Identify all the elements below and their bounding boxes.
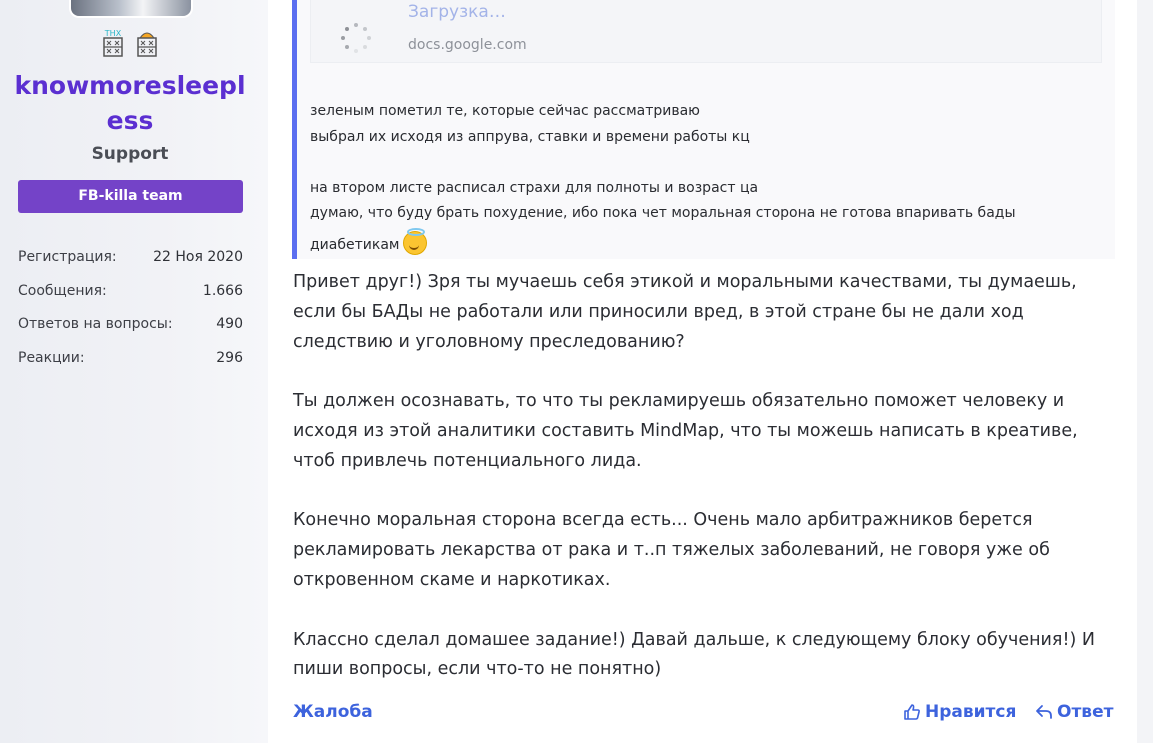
stat-value: 296 bbox=[216, 349, 243, 366]
reply-button[interactable]: Ответ bbox=[1035, 702, 1113, 722]
stat-value: 1.666 bbox=[202, 282, 243, 299]
avatar[interactable] bbox=[69, 0, 193, 18]
quote-line: думаю, что буду брать похудение, ибо пок… bbox=[310, 205, 1016, 221]
reply-arrow-icon bbox=[1036, 705, 1052, 719]
like-button[interactable]: Нравится bbox=[903, 702, 1016, 722]
quote-line-last: диабетикам bbox=[310, 228, 428, 255]
stat-label: Реакции: bbox=[18, 349, 85, 366]
user-sidebar: THX knowmoresleepl ess Support FB-killa … bbox=[0, 0, 268, 743]
username[interactable]: knowmoresleepl ess bbox=[0, 68, 260, 138]
like-label: Нравится bbox=[925, 702, 1017, 722]
hardhat-badge-icon[interactable] bbox=[136, 28, 158, 58]
stat-reactions: Реакции: 296 bbox=[18, 341, 243, 375]
stat-messages: Сообщения: 1.666 bbox=[18, 274, 243, 308]
stat-value: 22 Ноя 2020 bbox=[153, 248, 243, 265]
user-title: Support bbox=[91, 144, 169, 164]
stat-label: Сообщения: bbox=[18, 282, 107, 299]
thx-badge-icon[interactable]: THX bbox=[102, 28, 124, 58]
quote-line: на втором листе расписал страхи для полн… bbox=[310, 180, 759, 196]
embed-url[interactable]: docs.google.com bbox=[408, 37, 527, 53]
user-stats: Регистрация: 22 Ноя 2020 Сообщения: 1.66… bbox=[18, 240, 243, 375]
post-paragraph: Привет друг!) Зря ты мучаешь себя этикой… bbox=[293, 272, 1077, 352]
quote-line: зеленым пометил те, которые сейчас рассм… bbox=[310, 103, 700, 119]
embed-title[interactable]: Загрузка… bbox=[408, 2, 506, 22]
post-paragraph: Конечно моральная сторона всегда есть...… bbox=[293, 510, 1050, 590]
stat-label: Ответов на вопросы: bbox=[18, 316, 173, 333]
post-paragraph: Классно сделал домашее задание!) Давай д… bbox=[293, 629, 1095, 680]
stat-answers: Ответов на вопросы: 490 bbox=[18, 307, 243, 341]
report-link[interactable]: Жалоба bbox=[293, 702, 373, 722]
user-badges: THX bbox=[102, 28, 158, 58]
stat-value: 490 bbox=[216, 316, 243, 333]
page-gutter bbox=[1137, 0, 1153, 743]
post-paragraph: Ты должен осознавать, то что ты рекламир… bbox=[293, 391, 1078, 471]
reply-label: Ответ bbox=[1057, 702, 1114, 722]
team-banner: FB-killa team bbox=[18, 180, 243, 213]
post-actions: Жалоба Нравится Ответ bbox=[293, 700, 1113, 728]
smiling-halo-emoji-icon bbox=[403, 228, 428, 255]
stat-label: Регистрация: bbox=[18, 248, 117, 265]
thumbs-up-icon bbox=[904, 704, 920, 720]
quote-line: выбрал их исходя из аппрува, ставки и вр… bbox=[310, 129, 750, 145]
quote-line-text: диабетикам bbox=[310, 237, 400, 253]
stat-registration: Регистрация: 22 Ноя 2020 bbox=[18, 240, 243, 274]
post-body: Привет друг!) Зря ты мучаешь себя этикой… bbox=[293, 268, 1103, 715]
loading-spinner-icon bbox=[341, 23, 371, 53]
thx-badge-label: THX bbox=[104, 29, 122, 38]
